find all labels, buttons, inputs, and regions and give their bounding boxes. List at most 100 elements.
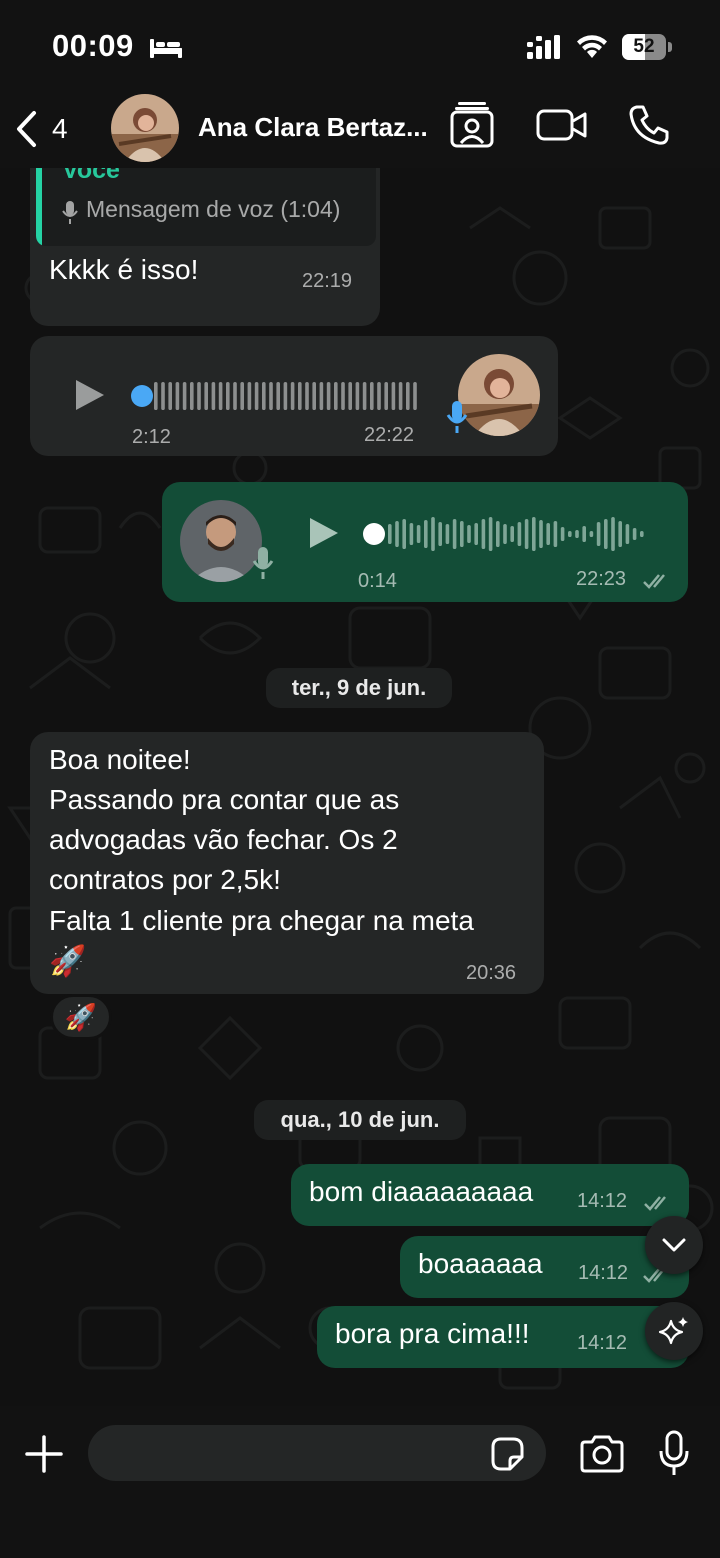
message-composer: [0, 1406, 720, 1558]
waveform-bar: [269, 382, 273, 410]
waveform-bar: [211, 382, 216, 410]
waveform-bar: [524, 519, 529, 549]
waveform-bar: [370, 382, 374, 410]
double-check-icon: [644, 1196, 666, 1211]
waveform-bar: [445, 524, 450, 544]
waveform-bar: [175, 382, 180, 410]
waveform-bar: [539, 520, 543, 548]
voice-duration: 2:12: [132, 426, 171, 448]
battery-indicator: 52: [622, 34, 672, 60]
chat-header: 4 Ana Clara Bertaz...: [0, 92, 720, 168]
waveform-bar: [553, 521, 558, 547]
sticker-icon[interactable]: [488, 1435, 526, 1473]
message-text: boaaaaaa: [418, 1248, 543, 1279]
waveform-bar: [341, 382, 345, 410]
unread-count: 4: [52, 113, 68, 144]
signal-icon: [527, 35, 560, 59]
outgoing-message[interactable]: bora pra cima!!! 14:12: [317, 1306, 689, 1368]
voice-waveform[interactable]: [362, 516, 662, 552]
waveform-bar: [625, 524, 630, 544]
ai-assist-button[interactable]: [645, 1302, 703, 1360]
waveform-bar: [452, 519, 457, 549]
message-time: 14:12: [578, 1262, 629, 1284]
waveform-bar: [546, 523, 550, 545]
plus-icon[interactable]: [24, 1434, 64, 1474]
waveform-bar: [190, 382, 194, 410]
message-time: 22:22: [364, 424, 415, 446]
outgoing-message[interactable]: bom diaaaaaaaaa 14:12: [291, 1164, 689, 1226]
message-line: contratos por 2,5k!: [49, 864, 281, 895]
waveform-bar: [262, 382, 266, 410]
contact-avatar[interactable]: [111, 94, 179, 162]
scroll-to-bottom-button[interactable]: [645, 1216, 703, 1274]
waveform-bar: [398, 382, 403, 410]
message-time: 20:36: [466, 962, 517, 984]
waveform-bar: [460, 521, 464, 547]
waveform-bar: [416, 525, 421, 543]
chat-area[interactable]: Você Mensagem de voz (1:04) Kkkk é isso!…: [0, 168, 720, 1406]
waveform-bar: [334, 382, 338, 410]
camera-icon[interactable]: [578, 1434, 626, 1474]
waveform-bar: [488, 517, 493, 551]
waveform-bar: [168, 382, 172, 410]
waveform-bar: [233, 382, 237, 410]
waveform-bar: [596, 522, 601, 546]
waveform-bar: [467, 525, 471, 543]
contact-name[interactable]: Ana Clara Bertaz...: [198, 112, 434, 143]
waveform-bar: [204, 382, 208, 410]
message-time: 22:23: [576, 568, 627, 590]
message-input[interactable]: [88, 1425, 546, 1481]
video-call-icon[interactable]: [536, 108, 588, 142]
battery-text: 52: [633, 36, 655, 57]
wifi-icon: [577, 35, 607, 58]
waveform-bar: [640, 531, 644, 537]
contacts-icon[interactable]: [450, 100, 494, 148]
waveform-bar: [409, 523, 414, 545]
mic-icon: [446, 401, 468, 433]
message-time: 22:19: [302, 270, 353, 292]
waveform-bar: [254, 382, 259, 410]
phone-icon[interactable]: [628, 104, 670, 146]
voice-waveform[interactable]: [128, 378, 428, 414]
waveform-bar: [312, 382, 316, 410]
message-emoji: 🚀: [49, 945, 87, 978]
play-icon[interactable]: [306, 516, 340, 550]
quote-text: Mensagem de voz (1:04): [86, 196, 341, 222]
date-separator: ter., 9 de jun.: [266, 668, 452, 708]
sparkle-icon: [658, 1317, 688, 1345]
waveform-bar: [218, 382, 223, 410]
message-text: bora pra cima!!!: [335, 1318, 530, 1349]
waveform-bar: [388, 524, 392, 544]
bed-icon: [150, 39, 182, 58]
waveform-bar: [568, 531, 572, 537]
message-text: Kkkk é isso!: [49, 254, 199, 285]
waveform-bar: [589, 531, 594, 537]
waveform-bar: [226, 382, 230, 410]
waveform-bar: [611, 517, 615, 551]
play-icon[interactable]: [72, 378, 106, 412]
mic-icon[interactable]: [658, 1430, 690, 1478]
waveform-bar: [240, 382, 244, 410]
waveform-bar: [298, 382, 302, 410]
waveform-bar: [582, 526, 586, 542]
waveform-bar: [604, 519, 608, 549]
message-line: advogadas vão fechar. Os 2: [49, 824, 398, 855]
message-line: Passando pra contar que as: [49, 784, 400, 815]
message-reaction[interactable]: 🚀: [50, 994, 112, 1040]
waveform-bar: [395, 521, 399, 547]
incoming-message[interactable]: Você Mensagem de voz (1:04) Kkkk é isso!…: [30, 168, 380, 326]
incoming-voice-message[interactable]: 2:12 22:22: [30, 336, 558, 456]
back-button[interactable]: 4: [14, 106, 80, 152]
waveform-bar: [510, 526, 514, 542]
incoming-message[interactable]: Boa noitee! Passando pra contar que as a…: [30, 732, 544, 994]
waveform-bar: [197, 382, 201, 410]
waveform-bar: [377, 382, 381, 410]
playback-dot: [131, 385, 153, 407]
waveform-bar: [517, 522, 522, 546]
outgoing-voice-message[interactable]: 0:14 22:23: [162, 482, 688, 602]
quoted-message[interactable]: Você Mensagem de voz (1:04): [36, 168, 376, 246]
waveform-bar: [355, 382, 360, 410]
waveform-bar: [384, 382, 388, 410]
mic-icon: [252, 547, 274, 579]
waveform-bar: [424, 520, 428, 548]
